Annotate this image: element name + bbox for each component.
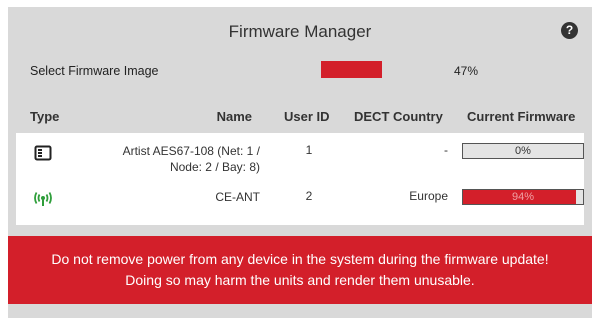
antenna-signal-icon	[34, 191, 52, 207]
column-header-user-id[interactable]: User ID	[284, 109, 330, 124]
select-firmware-image-label[interactable]: Select Firmware Image	[30, 64, 159, 78]
firmware-progress-text: 0%	[515, 145, 531, 157]
device-dect-country: -	[444, 143, 448, 157]
column-header-dect-country[interactable]: DECT Country	[354, 109, 443, 124]
warning-line-2: Doing so may harm the units and render t…	[125, 272, 475, 288]
overall-progress-bar	[321, 61, 451, 78]
device-name: Artist AES67-108 (Net: 1 / Node: 2 / Bay…	[122, 144, 260, 174]
warning-line-1: Do not remove power from any device in t…	[51, 251, 549, 267]
device-user-id: 2	[305, 189, 313, 203]
dialog-title: Firmware Manager	[228, 22, 372, 41]
overall-progress-text: 47%	[454, 64, 479, 78]
column-header-current-firmware[interactable]: Current Firmware	[467, 109, 575, 124]
device-table: Artist AES67-108 (Net: 1 / Node: 2 / Bay…	[16, 133, 584, 225]
column-header-type[interactable]: Type	[30, 109, 59, 124]
device-dect-country: Europe	[409, 189, 448, 203]
device-user-id: 1	[305, 143, 313, 157]
table-row[interactable]: CE-ANT 2 Europe 94%	[16, 189, 584, 229]
power-warning-banner: Do not remove power from any device in t…	[8, 236, 592, 304]
column-header-name[interactable]: Name	[196, 109, 252, 124]
device-name: CE-ANT	[215, 190, 260, 204]
table-header: Type Name User ID DECT Country Current F…	[8, 109, 592, 129]
question-circle-icon[interactable]: ?	[561, 22, 578, 39]
firmware-progress-bar: 94%	[462, 189, 584, 205]
overall-progress-fill	[321, 61, 383, 78]
table-row[interactable]: Artist AES67-108 (Net: 1 / Node: 2 / Bay…	[16, 143, 584, 183]
firmware-progress-text: 94%	[511, 191, 535, 203]
firmware-manager-dialog: Firmware Manager ? Select Firmware Image…	[8, 7, 592, 318]
device-module-icon	[34, 145, 52, 161]
firmware-progress-bar: 0%	[462, 143, 584, 159]
